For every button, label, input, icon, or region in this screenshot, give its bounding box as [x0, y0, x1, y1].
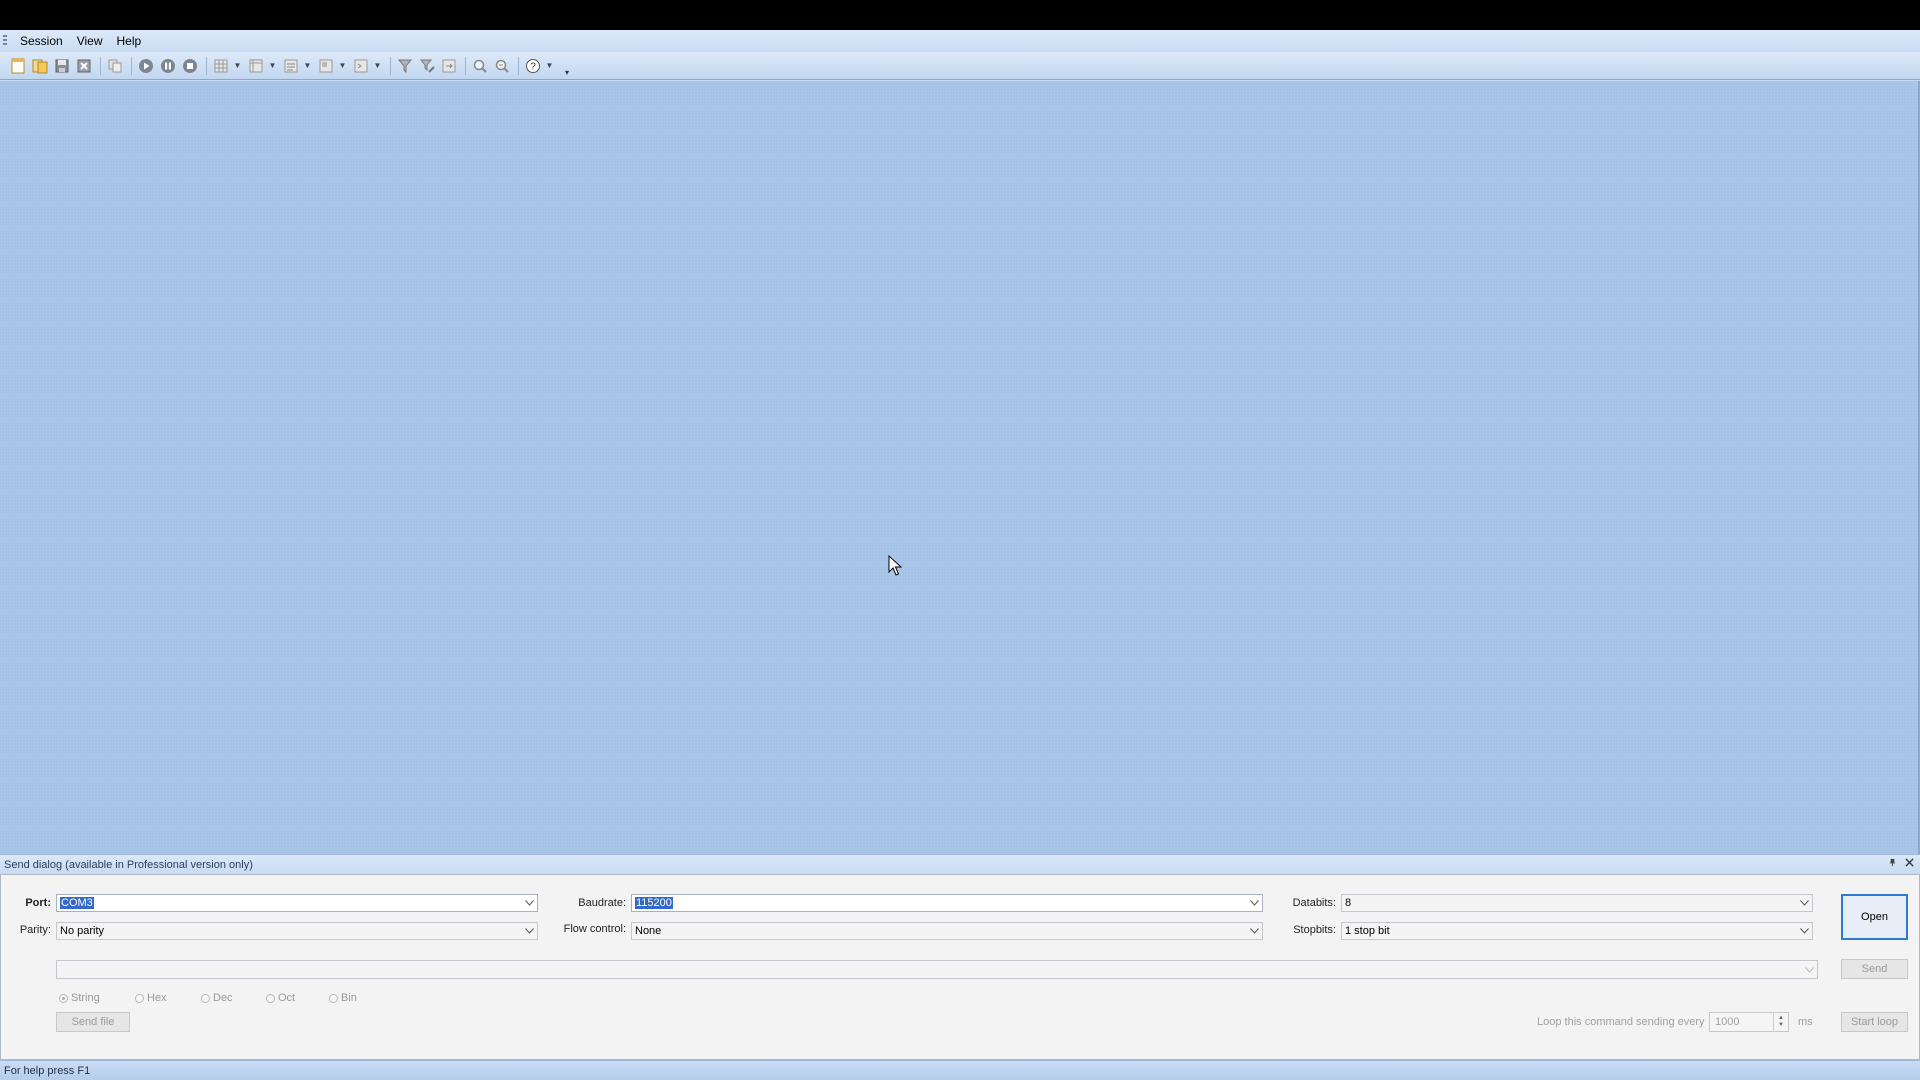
- baudrate-value: 115200: [635, 897, 673, 909]
- flow-control-value: None: [635, 925, 662, 937]
- format-radio-string[interactable]: String: [59, 992, 100, 1004]
- toolbar: ▼ ▼ ▼ ▼ ▼ ? ▼ ▾: [0, 52, 1920, 80]
- status-bar: For help press F1: [0, 1060, 1920, 1080]
- format-radio-oct[interactable]: Oct: [266, 992, 295, 1004]
- send-dialog-header: Send dialog (available in Professional v…: [0, 854, 1920, 874]
- chevron-down-icon[interactable]: ▼: [545, 61, 554, 70]
- radio-dot: [201, 993, 210, 1003]
- chevron-down-icon[interactable]: ▼: [338, 61, 347, 70]
- open-session-icon[interactable]: [30, 56, 50, 76]
- chevron-down-icon[interactable]: [521, 923, 537, 939]
- flow-control-label: Flow control:: [563, 923, 626, 935]
- radio-dot: [135, 993, 144, 1003]
- chevron-down-icon[interactable]: ▼: [268, 61, 277, 70]
- dump-view-icon[interactable]: [316, 56, 336, 76]
- chevron-down-icon[interactable]: ▼: [303, 61, 312, 70]
- stopbits-label: Stopbits:: [1293, 924, 1336, 936]
- command-input[interactable]: [56, 960, 1818, 979]
- baudrate-label: Baudrate:: [578, 897, 626, 909]
- main-workspace[interactable]: [0, 81, 1920, 854]
- radio-dot: [266, 993, 275, 1003]
- stopbits-value: 1 stop bit: [1345, 925, 1390, 937]
- new-session-icon[interactable]: [8, 56, 28, 76]
- format-label: Oct: [278, 992, 296, 1004]
- status-text: For help press F1: [4, 1064, 91, 1077]
- terminal-view-icon[interactable]: [351, 56, 371, 76]
- format-radio-hex[interactable]: Hex: [135, 992, 167, 1004]
- start-loop-button[interactable]: Start loop: [1841, 1012, 1908, 1032]
- save-icon[interactable]: [52, 56, 72, 76]
- format-radio-dec[interactable]: Dec: [201, 992, 233, 1004]
- chevron-down-icon[interactable]: ▼: [233, 61, 242, 70]
- chevron-down-icon[interactable]: [1246, 895, 1262, 911]
- table-view-icon[interactable]: [246, 56, 266, 76]
- databits-value: 8: [1345, 897, 1352, 909]
- loop-label: Loop this command sending every: [1537, 1016, 1705, 1028]
- chevron-down-icon[interactable]: ▼: [373, 61, 382, 70]
- databits-select[interactable]: 8: [1341, 894, 1813, 912]
- toolbar-separator: [518, 56, 519, 75]
- copy-icon[interactable]: [105, 56, 125, 76]
- flow-control-select[interactable]: None: [631, 922, 1263, 940]
- svg-text:?: ?: [530, 61, 536, 72]
- line-view-icon[interactable]: [281, 56, 301, 76]
- loop-interval-value: 1000: [1715, 1016, 1740, 1028]
- parity-value: No parity: [60, 925, 105, 937]
- menu-grip-handle[interactable]: [3, 35, 7, 47]
- filter-edit-icon[interactable]: [417, 56, 437, 76]
- chevron-down-icon[interactable]: [1796, 895, 1812, 911]
- menu-help[interactable]: Help: [110, 32, 149, 50]
- find-icon[interactable]: [470, 56, 490, 76]
- toolbar-separator: [206, 56, 207, 75]
- chevron-down-icon[interactable]: [1796, 923, 1812, 939]
- play-icon[interactable]: [136, 56, 156, 76]
- toolbar-separator: [131, 56, 132, 75]
- port-label: Port:: [25, 897, 51, 909]
- send-file-button[interactable]: Send file: [56, 1012, 130, 1032]
- find-next-icon[interactable]: [492, 56, 512, 76]
- menu-view[interactable]: View: [70, 32, 110, 50]
- open-button[interactable]: Open: [1841, 894, 1908, 940]
- spinner-arrows-icon[interactable]: ▲ ▼: [1773, 1013, 1788, 1031]
- send-dialog-title: Send dialog (available in Professional v…: [4, 858, 253, 871]
- help-icon[interactable]: ?: [523, 56, 543, 76]
- format-label: String: [71, 992, 100, 1004]
- pause-icon[interactable]: [158, 56, 178, 76]
- toolbar-options-icon[interactable]: ▾: [562, 55, 572, 77]
- export-icon[interactable]: [439, 56, 459, 76]
- toolbar-separator: [100, 56, 101, 75]
- menu-bar: Session View Help: [0, 30, 1920, 52]
- parity-label: Parity:: [19, 924, 51, 936]
- app-window: Session View Help ▼ ▼ ▼ ▼ ▼ ? ▼ ▾ Send d…: [0, 30, 1920, 1080]
- format-label: Bin: [341, 992, 357, 1004]
- send-dialog-panel: Port: COM3 Parity: No parity Baudrate: 1…: [0, 874, 1920, 1060]
- close-icon[interactable]: [1905, 858, 1914, 870]
- send-button[interactable]: Send: [1841, 959, 1908, 979]
- toolbar-separator: [465, 56, 466, 75]
- mouse-cursor-icon: [888, 555, 902, 576]
- port-value: COM3: [60, 897, 94, 909]
- port-select[interactable]: COM3: [56, 894, 538, 912]
- format-radio-bin[interactable]: Bin: [329, 992, 357, 1004]
- loop-interval-input[interactable]: 1000 ▲ ▼: [1709, 1012, 1789, 1032]
- parity-select[interactable]: No parity: [56, 922, 538, 940]
- filter-icon[interactable]: [395, 56, 415, 76]
- chevron-down-icon[interactable]: [1801, 961, 1817, 978]
- toolbar-separator: [390, 56, 391, 75]
- grid-view-icon[interactable]: [211, 56, 231, 76]
- format-label: Dec: [213, 992, 233, 1004]
- stop-icon[interactable]: [180, 56, 200, 76]
- stopbits-select[interactable]: 1 stop bit: [1341, 922, 1813, 940]
- pin-icon[interactable]: [1888, 858, 1897, 870]
- loop-unit-label: ms: [1798, 1016, 1813, 1028]
- close-icon[interactable]: [74, 56, 94, 76]
- radio-dot: [329, 993, 338, 1003]
- chevron-down-icon[interactable]: [521, 895, 537, 911]
- format-label: Hex: [147, 992, 167, 1004]
- radio-dot: [59, 993, 68, 1003]
- menu-session[interactable]: Session: [13, 32, 70, 50]
- databits-label: Databits:: [1292, 897, 1336, 909]
- baudrate-select[interactable]: 115200: [631, 894, 1263, 912]
- chevron-down-icon[interactable]: [1246, 923, 1262, 939]
